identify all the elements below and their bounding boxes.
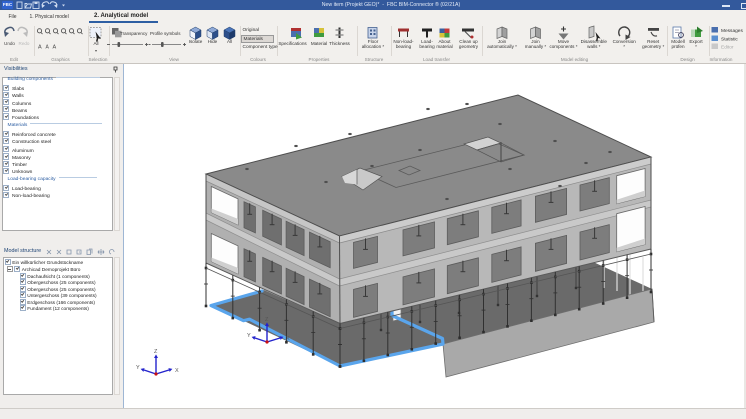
svg-text:Y: Y — [136, 365, 140, 371]
svg-text:Y: Y — [247, 333, 251, 339]
svg-text:Z: Z — [154, 349, 158, 355]
svg-text:X: X — [175, 368, 179, 374]
svg-text:Messages: Messages — [721, 28, 743, 34]
svg-text:X: X — [286, 336, 290, 342]
